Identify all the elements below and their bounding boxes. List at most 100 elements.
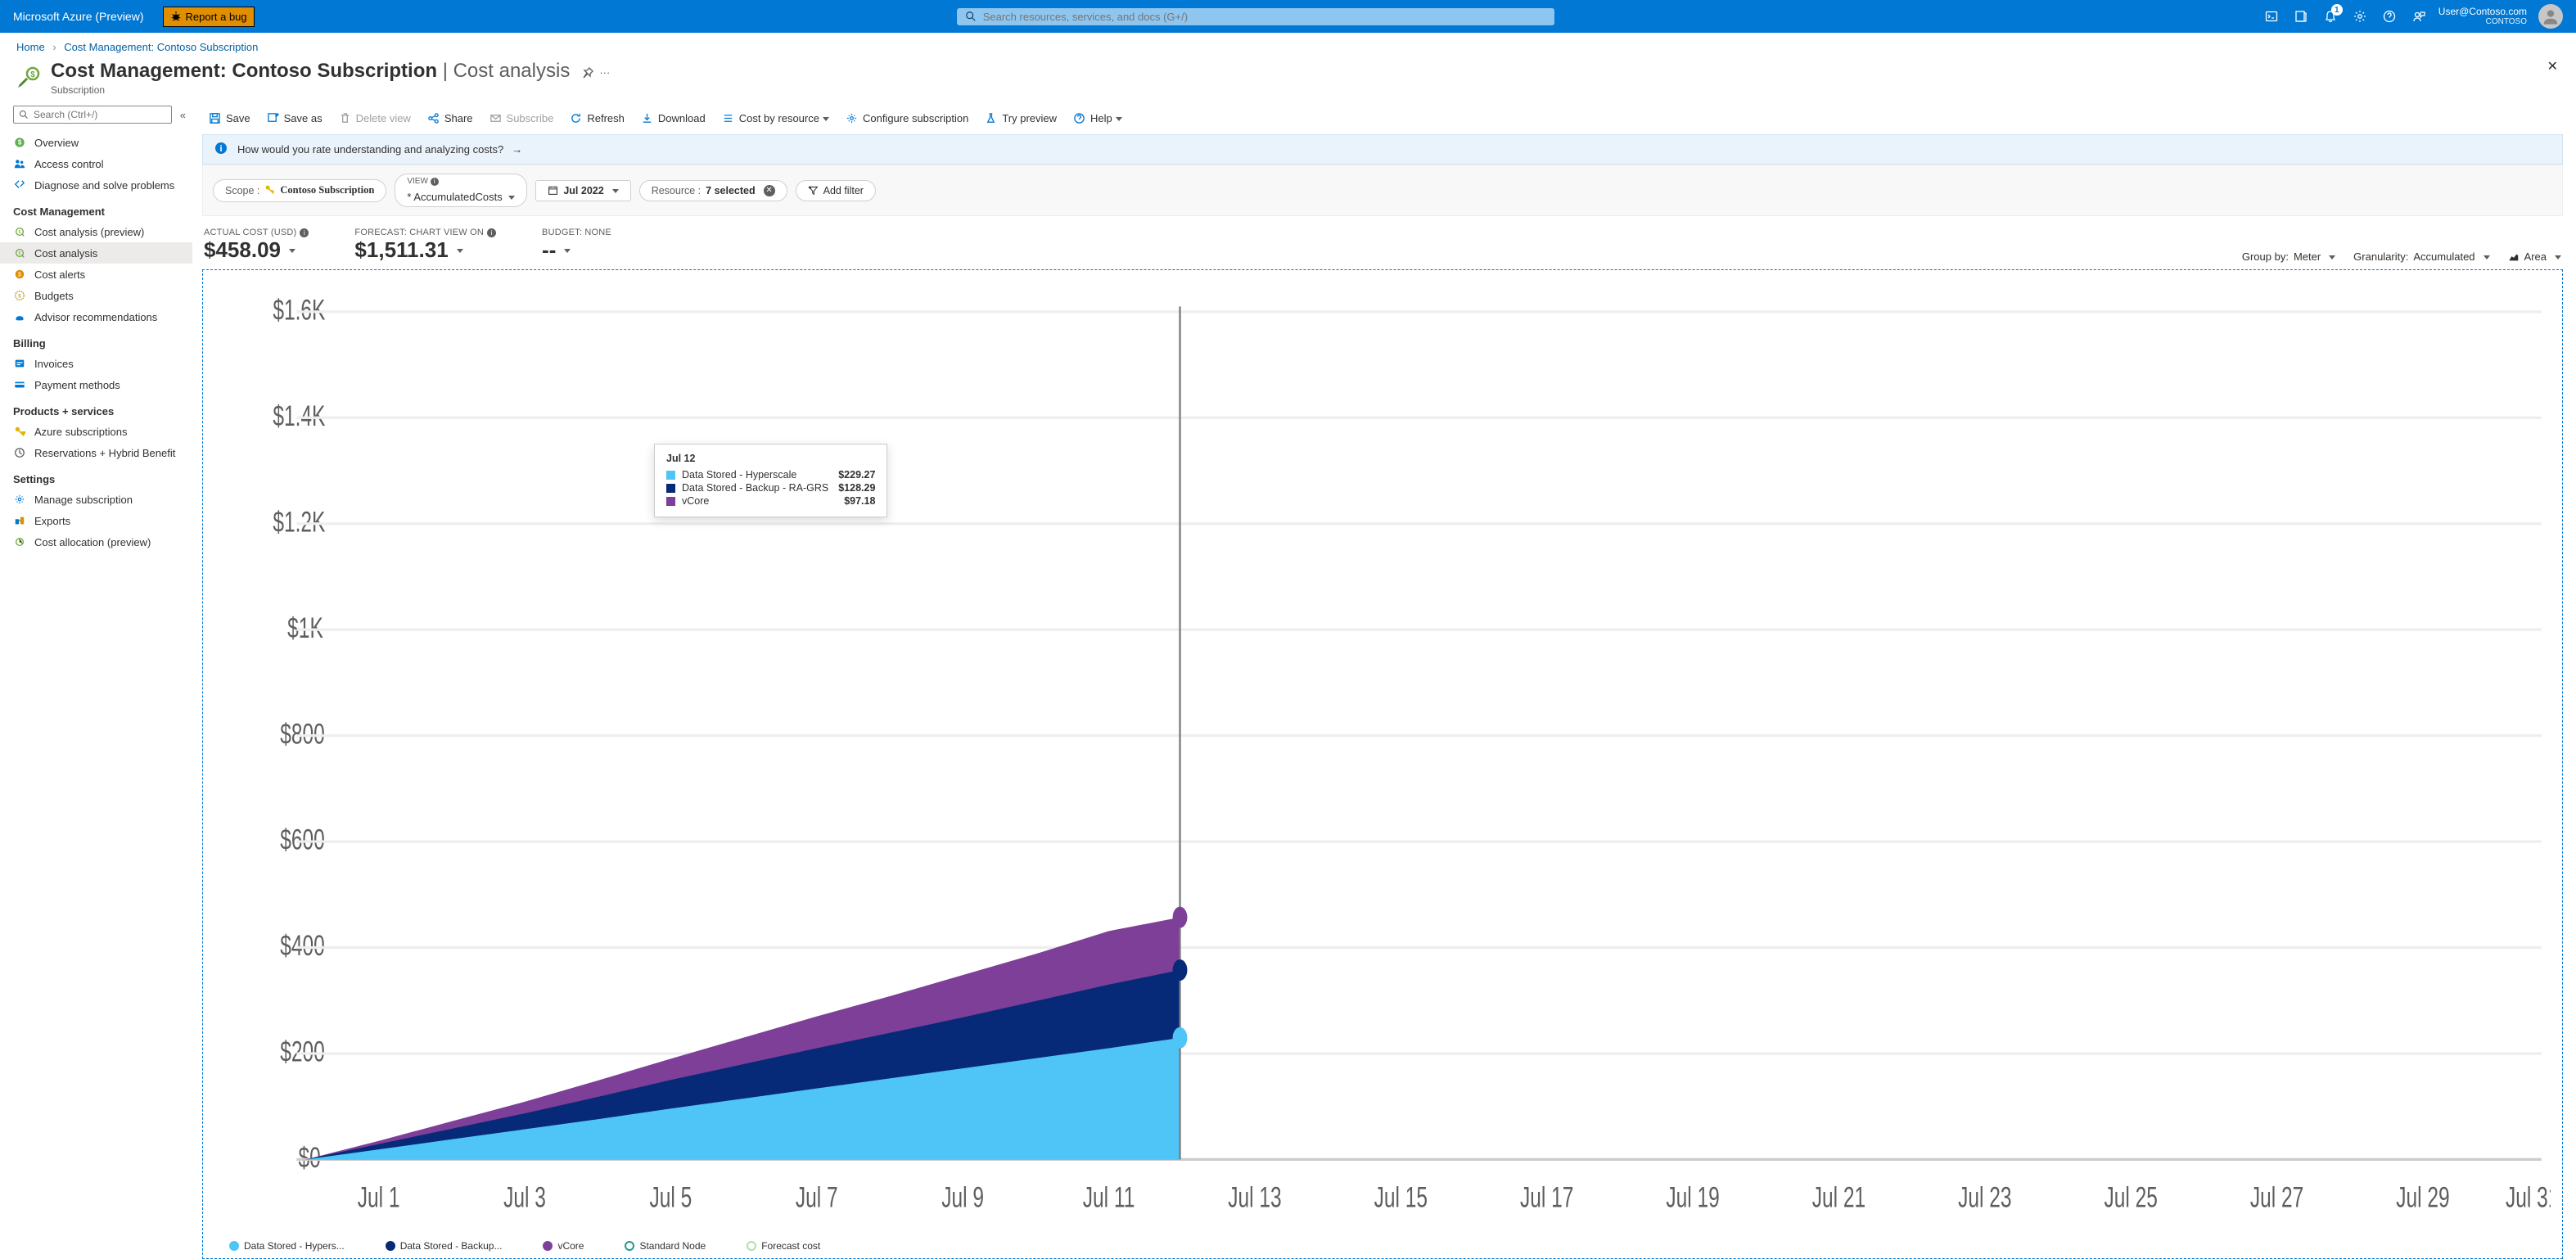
clear-filter-button[interactable]: ✕ bbox=[764, 185, 775, 196]
area-chart-icon bbox=[2508, 251, 2520, 263]
legend-item[interactable]: Data Stored - Hypers... bbox=[229, 1240, 345, 1252]
brand-label[interactable]: Microsoft Azure (Preview) bbox=[0, 0, 156, 33]
refresh-button[interactable]: Refresh bbox=[563, 109, 631, 128]
cost-chart[interactable]: $1.6K $1.4K $1.2K $1K $800 $600 $400 $20… bbox=[214, 280, 2551, 1234]
sidebar-item-cost-analysis-preview[interactable]: $Cost analysis (preview) bbox=[0, 221, 192, 242]
swatch-icon bbox=[666, 497, 675, 506]
help-button[interactable] bbox=[2375, 0, 2404, 33]
try-preview-button[interactable]: Try preview bbox=[978, 109, 1063, 128]
chevron-down-icon bbox=[819, 112, 829, 124]
svg-text:Jul 17: Jul 17 bbox=[1520, 1181, 1573, 1214]
info-icon: i bbox=[300, 228, 309, 237]
legend-item[interactable]: vCore bbox=[543, 1240, 584, 1252]
resource-icon: $ bbox=[16, 63, 43, 89]
swatch-icon bbox=[747, 1241, 756, 1251]
svg-text:$: $ bbox=[30, 70, 35, 79]
analysis-icon: $ bbox=[14, 247, 25, 259]
view-pill[interactable]: VIEW i * AccumulatedCosts bbox=[395, 174, 527, 207]
gear-icon bbox=[2353, 10, 2366, 23]
sidebar-item-manage-sub[interactable]: Manage subscription bbox=[0, 489, 192, 510]
help-dropdown-button[interactable]: Help bbox=[1067, 109, 1129, 128]
sidebar-item-advisor[interactable]: Advisor recommendations bbox=[0, 306, 192, 327]
avatar-icon bbox=[2542, 7, 2560, 25]
save-button[interactable]: Save bbox=[202, 109, 257, 128]
svg-text:Jul 5: Jul 5 bbox=[650, 1181, 692, 1214]
resource-filter-pill[interactable]: Resource : 7 selected ✕ bbox=[639, 180, 787, 201]
sidebar-search[interactable] bbox=[13, 106, 172, 124]
global-search[interactable] bbox=[957, 8, 1554, 25]
pin-button[interactable] bbox=[581, 66, 594, 82]
sidebar-search-input[interactable] bbox=[29, 109, 166, 120]
avatar[interactable] bbox=[2538, 4, 2563, 29]
download-button[interactable]: Download bbox=[634, 109, 712, 128]
swatch-icon bbox=[543, 1241, 553, 1251]
person-feedback-icon bbox=[2412, 10, 2425, 23]
sidebar: « $Overview Access control Diagnose and … bbox=[0, 104, 192, 1259]
subscribe-button: Subscribe bbox=[483, 109, 561, 128]
sidebar-item-budgets[interactable]: $Budgets bbox=[0, 285, 192, 306]
group-by-dropdown[interactable]: Group by: Meter bbox=[2242, 250, 2335, 263]
key-icon bbox=[14, 426, 25, 437]
legend-item[interactable]: Data Stored - Backup... bbox=[386, 1240, 503, 1252]
gear-icon bbox=[846, 112, 858, 124]
svg-text:Jul 23: Jul 23 bbox=[1958, 1181, 2011, 1214]
save-as-icon bbox=[267, 112, 279, 124]
global-search-input[interactable] bbox=[977, 11, 1546, 23]
info-icon: i bbox=[214, 142, 228, 157]
chart-type-dropdown[interactable]: Area bbox=[2508, 250, 2561, 263]
more-button[interactable]: ··· bbox=[599, 66, 610, 79]
gear-icon bbox=[14, 494, 25, 505]
chart-container: $1.6K $1.4K $1.2K $1K $800 $600 $400 $20… bbox=[202, 269, 2563, 1259]
breadcrumb-home[interactable]: Home bbox=[16, 41, 45, 53]
top-header: Microsoft Azure (Preview) Report a bug 1… bbox=[0, 0, 2576, 33]
sidebar-item-diagnose[interactable]: Diagnose and solve problems bbox=[0, 174, 192, 196]
feedback-button[interactable] bbox=[2404, 0, 2434, 33]
svg-text:Jul 7: Jul 7 bbox=[796, 1181, 838, 1214]
directories-button[interactable] bbox=[2286, 0, 2316, 33]
sidebar-item-reservations[interactable]: Reservations + Hybrid Benefit bbox=[0, 442, 192, 463]
sidebar-item-cost-allocation[interactable]: Cost allocation (preview) bbox=[0, 531, 192, 553]
save-as-button[interactable]: Save as bbox=[260, 109, 329, 128]
analysis-icon: $ bbox=[14, 226, 25, 237]
sidebar-item-access[interactable]: Access control bbox=[0, 153, 192, 174]
kpi-forecast[interactable]: FORECAST: CHART VIEW ON i $1,511.31 bbox=[354, 228, 496, 263]
swatch-icon bbox=[625, 1241, 634, 1251]
sidebar-item-cost-alerts[interactable]: $Cost alerts bbox=[0, 264, 192, 285]
sidebar-collapse-button[interactable]: « bbox=[180, 109, 186, 121]
settings-button[interactable] bbox=[2345, 0, 2375, 33]
share-button[interactable]: Share bbox=[421, 109, 480, 128]
svg-text:Jul 29: Jul 29 bbox=[2396, 1181, 2449, 1214]
sidebar-item-subscriptions[interactable]: Azure subscriptions bbox=[0, 421, 192, 442]
breadcrumb-current[interactable]: Cost Management: Contoso Subscription bbox=[64, 41, 258, 53]
kpi-row: ACTUAL COST (USD) i $458.09 FORECAST: CH… bbox=[202, 216, 2563, 269]
legend-item[interactable]: Forecast cost bbox=[747, 1240, 820, 1252]
configure-sub-button[interactable]: Configure subscription bbox=[839, 109, 975, 128]
feedback-banner[interactable]: i How would you rate understanding and a… bbox=[202, 134, 2563, 165]
sidebar-item-invoices[interactable]: Invoices bbox=[0, 353, 192, 374]
user-account[interactable]: User@Contoso.com CONTOSO bbox=[2434, 6, 2532, 27]
kpi-budget[interactable]: BUDGET: NONE -- bbox=[542, 228, 611, 263]
sidebar-item-payment[interactable]: Payment methods bbox=[0, 374, 192, 395]
cost-by-resource-button[interactable]: Cost by resource bbox=[715, 109, 836, 128]
scope-pill[interactable]: Scope : Contoso Subscription bbox=[213, 179, 386, 202]
kpi-actual-cost[interactable]: ACTUAL COST (USD) i $458.09 bbox=[204, 228, 309, 263]
cloud-shell-button[interactable] bbox=[2257, 0, 2286, 33]
svg-text:$1.2K: $1.2K bbox=[273, 506, 326, 539]
report-bug-button[interactable]: Report a bug bbox=[163, 7, 254, 27]
svg-text:$600: $600 bbox=[280, 824, 325, 856]
close-button[interactable]: ✕ bbox=[2547, 58, 2558, 74]
add-filter-pill[interactable]: Add filter bbox=[796, 180, 876, 201]
mail-icon bbox=[489, 112, 502, 124]
banner-text: How would you rate understanding and ana… bbox=[237, 143, 503, 156]
date-pill[interactable]: Jul 2022 bbox=[535, 180, 630, 201]
sidebar-item-overview[interactable]: $Overview bbox=[0, 132, 192, 153]
sidebar-heading-cost: Cost Management bbox=[0, 196, 192, 221]
sidebar-item-cost-analysis[interactable]: $Cost analysis bbox=[0, 242, 192, 264]
sidebar-item-exports[interactable]: Exports bbox=[0, 510, 192, 531]
search-icon bbox=[965, 11, 977, 22]
search-icon bbox=[19, 110, 29, 120]
filter-row: Scope : Contoso Subscription VIEW i * Ac… bbox=[202, 165, 2563, 216]
granularity-dropdown[interactable]: Granularity: Accumulated bbox=[2353, 250, 2489, 263]
notifications-button[interactable]: 1 bbox=[2316, 0, 2345, 33]
legend-item[interactable]: Standard Node bbox=[625, 1240, 706, 1252]
